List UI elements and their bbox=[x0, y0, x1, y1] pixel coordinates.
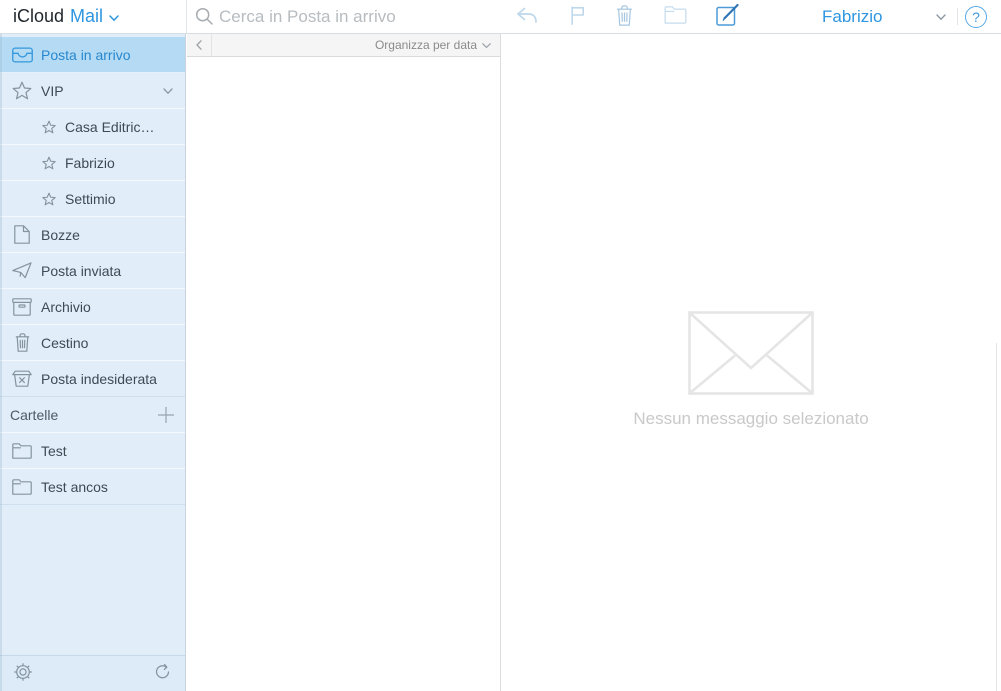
trash-icon bbox=[616, 4, 633, 29]
mailbox-sidebar: Posta in arrivo VIP Casa Editric… Fabriz… bbox=[0, 34, 186, 691]
sidebar-folder-test-ancos[interactable]: Test ancos bbox=[0, 469, 185, 505]
settings-button[interactable] bbox=[13, 662, 33, 685]
junk-icon bbox=[10, 370, 34, 387]
add-folder-button[interactable] bbox=[157, 406, 175, 427]
account-chevron-down-icon[interactable] bbox=[936, 14, 946, 21]
sidebar-item-label: Posta inviata bbox=[41, 262, 122, 279]
star-icon bbox=[10, 81, 34, 100]
brand-icloud[interactable]: iCloud bbox=[13, 6, 64, 27]
plus-icon bbox=[157, 406, 175, 427]
refresh-icon bbox=[153, 663, 172, 685]
star-icon bbox=[41, 192, 56, 206]
compose-button[interactable] bbox=[709, 0, 747, 33]
scrollbar[interactable] bbox=[996, 343, 997, 691]
empty-state: Nessun messaggio selezionato bbox=[501, 311, 1001, 429]
sidebar-item-vip-fabrizio[interactable]: Fabrizio bbox=[0, 145, 185, 181]
reply-button[interactable] bbox=[508, 0, 546, 33]
reply-icon bbox=[515, 6, 539, 27]
refresh-button[interactable] bbox=[153, 663, 172, 685]
help-button[interactable]: ? bbox=[965, 6, 987, 28]
sidebar-item-label: Posta in arrivo bbox=[41, 46, 131, 63]
empty-state-message: Nessun messaggio selezionato bbox=[633, 409, 869, 428]
sidebar-item-label: Casa Editric… bbox=[65, 118, 155, 135]
brand-app-mail[interactable]: Mail bbox=[70, 6, 103, 27]
envelope-icon bbox=[688, 311, 814, 400]
paper-plane-icon bbox=[10, 262, 34, 279]
account-menu-label[interactable]: Fabrizio bbox=[822, 0, 882, 33]
folders-section-label: Cartelle bbox=[10, 406, 59, 423]
star-icon bbox=[41, 120, 56, 134]
sidebar-item-label: Archivio bbox=[41, 298, 91, 315]
mail-actions-toolbar bbox=[500, 0, 800, 33]
sidebar-item-label: Test ancos bbox=[41, 478, 108, 495]
sidebar-item-label: Settimio bbox=[65, 190, 116, 207]
divider bbox=[957, 8, 958, 25]
gear-icon bbox=[13, 662, 33, 685]
folder-icon bbox=[10, 442, 34, 459]
sidebar-item-label: VIP bbox=[41, 82, 64, 99]
star-icon bbox=[41, 156, 56, 170]
sidebar-item-vip[interactable]: VIP bbox=[0, 73, 185, 109]
top-toolbar: iCloud Mail Cerca in Posta in arrivo Fab… bbox=[0, 0, 1001, 34]
sidebar-item-label: Fabrizio bbox=[65, 154, 115, 171]
sidebar-item-inbox[interactable]: Posta in arrivo bbox=[0, 37, 185, 73]
message-list-header: Organizza per data bbox=[187, 34, 500, 57]
search-area bbox=[187, 0, 500, 33]
sidebar-item-drafts[interactable]: Bozze bbox=[0, 217, 185, 253]
sidebar-item-vip-casa-editrice[interactable]: Casa Editric… bbox=[0, 109, 185, 145]
reading-pane: Nessun messaggio selezionato bbox=[500, 34, 1001, 691]
trash-icon bbox=[10, 333, 34, 352]
folder-icon bbox=[664, 6, 687, 27]
sidebar-item-label: Test bbox=[41, 442, 67, 459]
archive-icon bbox=[10, 297, 34, 316]
compose-icon bbox=[716, 3, 740, 30]
mailbox-list: Posta in arrivo VIP Casa Editric… Fabriz… bbox=[0, 34, 185, 505]
flag-button[interactable] bbox=[558, 0, 596, 33]
sidebar-folders-header: Cartelle bbox=[0, 397, 185, 433]
delete-button[interactable] bbox=[605, 0, 643, 33]
chevron-down-icon bbox=[109, 15, 119, 22]
sidebar-footer bbox=[0, 655, 186, 691]
flag-icon bbox=[568, 5, 586, 29]
chevron-down-icon[interactable] bbox=[163, 88, 173, 95]
sidebar-item-archive[interactable]: Archivio bbox=[0, 289, 185, 325]
message-list-pane: Organizza per data bbox=[187, 34, 500, 691]
sidebar-item-trash[interactable]: Cestino bbox=[0, 325, 185, 361]
app-switcher[interactable]: iCloud Mail bbox=[13, 0, 119, 33]
sidebar-item-label: Bozze bbox=[41, 226, 80, 243]
chevron-left-icon bbox=[196, 38, 202, 53]
folder-icon bbox=[10, 478, 34, 495]
sidebar-item-vip-settimio[interactable]: Settimio bbox=[0, 181, 185, 217]
sidebar-item-label: Posta indesiderata bbox=[41, 370, 157, 387]
collapse-list-button[interactable] bbox=[187, 34, 212, 56]
sidebar-item-label: Cestino bbox=[41, 334, 89, 351]
sort-by-label: Organizza per data bbox=[374, 38, 477, 52]
move-to-folder-button[interactable] bbox=[656, 0, 694, 33]
sidebar-folder-test[interactable]: Test bbox=[0, 433, 185, 469]
search-input[interactable] bbox=[187, 0, 500, 33]
draft-icon bbox=[10, 225, 34, 244]
chevron-down-icon bbox=[482, 38, 491, 52]
sidebar-item-junk[interactable]: Posta indesiderata bbox=[0, 361, 185, 397]
sort-by-button[interactable]: Organizza per data bbox=[375, 34, 500, 56]
inbox-icon bbox=[10, 46, 34, 63]
sidebar-item-sent[interactable]: Posta inviata bbox=[0, 253, 185, 289]
